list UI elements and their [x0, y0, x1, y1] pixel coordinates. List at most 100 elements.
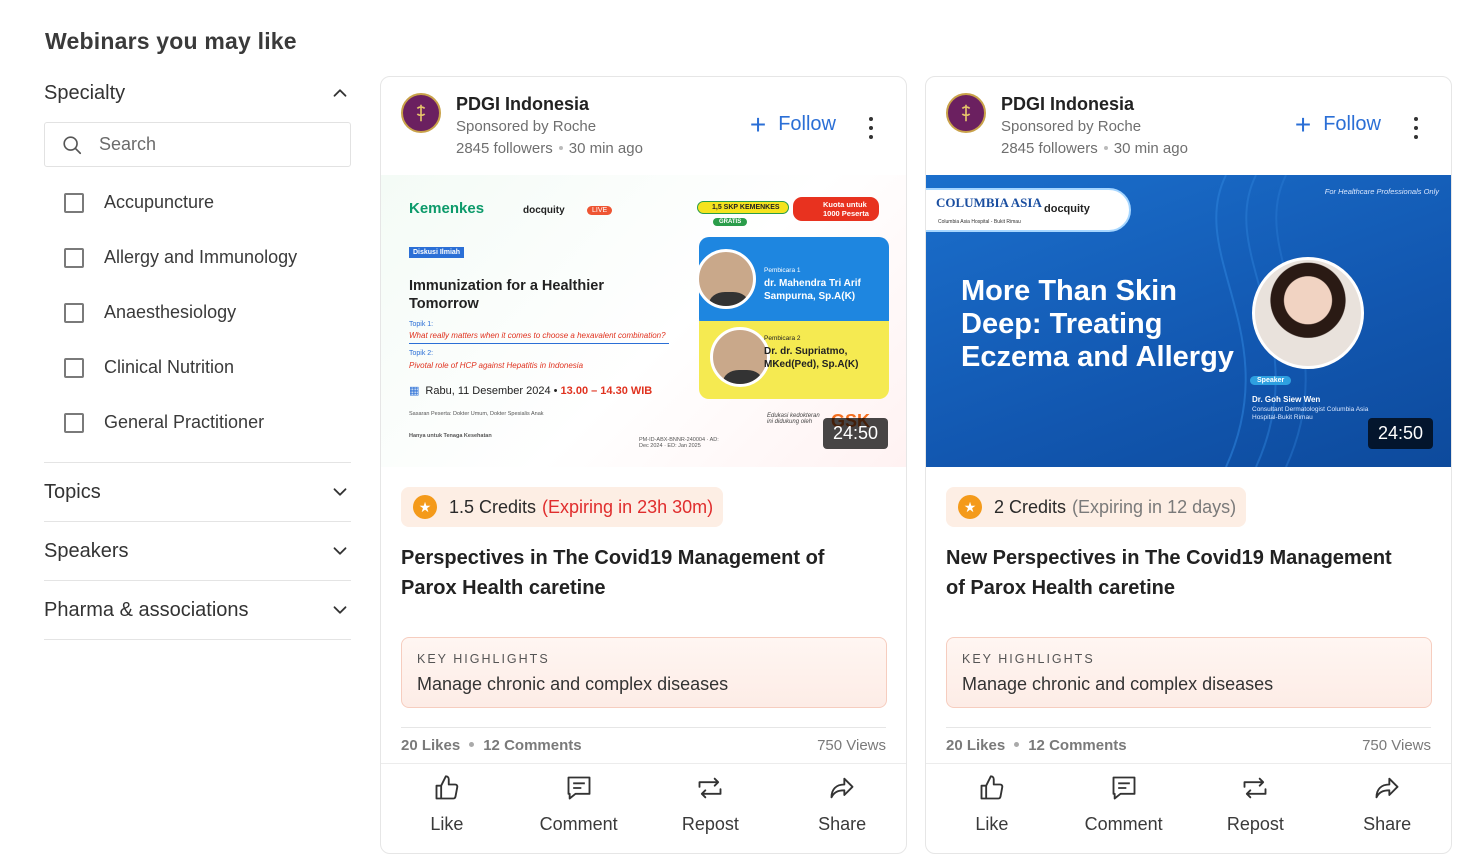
repost-icon: [1243, 777, 1267, 799]
share-label: Share: [818, 814, 867, 834]
specialty-search[interactable]: [44, 122, 351, 167]
specialty-label: Specialty: [44, 81, 126, 104]
event-date: ▦ Rabu, 11 Desember 2024 • 13.00 – 14.30 …: [409, 385, 653, 397]
dot-separator: [558, 146, 563, 150]
checkbox[interactable]: [64, 192, 84, 213]
chevron-down-icon[interactable]: [329, 481, 351, 503]
specialty-option-clinical-nutrition[interactable]: Clinical Nutrition: [44, 340, 351, 395]
page-title: Webinars you may like: [45, 28, 297, 54]
org-meta: 2845 followers 30 min ago: [456, 140, 643, 157]
speakers-filter-header[interactable]: Speakers: [44, 522, 351, 581]
speaker2-label: Pembicara 2: [764, 335, 801, 342]
org-logo[interactable]: [946, 93, 986, 133]
dot-separator: [1103, 146, 1108, 150]
thumbs-up-icon: [980, 775, 1004, 800]
more-options-icon[interactable]: [1413, 117, 1419, 139]
speaker1-label: Pembicara 1: [764, 267, 801, 274]
card-header: PDGI Indonesia Sponsored by Roche 2845 f…: [946, 93, 1431, 173]
specialty-option-general-practitioner[interactable]: General Practitioner: [44, 395, 351, 450]
checkbox[interactable]: [64, 247, 84, 268]
follow-label: Follow: [778, 113, 836, 135]
speaker-photo: [1252, 257, 1364, 369]
highlights-label: KEY HIGHLIGHTS: [962, 652, 1095, 666]
caduceus-icon: [416, 104, 426, 122]
specialty-list: Accupuncture Allergy and Immunology Anae…: [44, 175, 351, 450]
speaker-name: Dr. Goh Siew Wen: [1252, 395, 1321, 404]
skp-badge: 1,5 SKP KEMENKES: [697, 201, 789, 214]
share-label: Share: [1363, 814, 1412, 834]
share-icon: [830, 777, 854, 799]
comments-count[interactable]: 12 Comments: [483, 737, 581, 754]
webinar-title[interactable]: Perspectives in The Covid19 Management o…: [401, 543, 871, 603]
specialty-option-accupuncture[interactable]: Accupuncture: [44, 175, 351, 230]
repost-button[interactable]: Repost: [645, 774, 777, 844]
credits-badge: ★ 2 Credits (Expiring in 12 days): [946, 487, 1247, 527]
engagement-stats: 20 Likes 12 Comments: [946, 737, 1127, 754]
star-icon: ★: [413, 495, 437, 519]
org-name[interactable]: PDGI Indonesia: [1001, 94, 1134, 115]
speaker2-avatar: [710, 327, 770, 387]
followers-count: 2845 followers: [456, 140, 553, 157]
docquity-logo: docquity: [523, 205, 565, 216]
like-button[interactable]: Like: [926, 774, 1058, 844]
plus-icon: +: [1294, 108, 1312, 140]
org-name[interactable]: PDGI Indonesia: [456, 94, 589, 115]
follow-label: Follow: [1323, 113, 1381, 135]
specialty-option-allergy[interactable]: Allergy and Immunology: [44, 230, 351, 285]
chevron-down-icon[interactable]: [329, 599, 351, 621]
engagement-stats: 20 Likes 12 Comments: [401, 737, 582, 754]
chevron-up-icon[interactable]: [329, 82, 351, 104]
video-duration: 24:50: [1367, 418, 1433, 449]
credits-badge: ★ 1.5 Credits (Expiring in 23h 30m): [401, 487, 724, 527]
posted-time: 30 min ago: [1113, 140, 1188, 157]
comment-button[interactable]: Comment: [1058, 774, 1190, 844]
webinar-title[interactable]: New Perspectives in The Covid19 Manageme…: [946, 543, 1416, 603]
repost-button[interactable]: Repost: [1190, 774, 1322, 844]
kemenkes-logo: Kemenkes: [409, 200, 485, 217]
likes-count[interactable]: 20 Likes: [401, 737, 460, 754]
chevron-down-icon[interactable]: [329, 540, 351, 562]
specialty-option-anaesthesiology[interactable]: Anaesthesiology: [44, 285, 351, 340]
key-highlights: KEY HIGHLIGHTS Manage chronic and comple…: [946, 637, 1432, 708]
speaker2-name: Dr. dr. Supriatmo, MKed(Ped), Sp.A(K): [764, 346, 859, 370]
follow-button[interactable]: + Follow: [1294, 108, 1381, 140]
search-input[interactable]: [99, 134, 319, 155]
divider: [946, 727, 1431, 728]
divider: [381, 763, 906, 764]
action-bar: Like Comment Repost Share: [926, 774, 1451, 844]
checkbox[interactable]: [64, 412, 84, 433]
columbia-asia-logo: COLUMBIA ASIA: [936, 195, 1042, 210]
specialty-option-label: Anaesthesiology: [104, 302, 237, 322]
more-options-icon[interactable]: [868, 117, 874, 139]
follow-button[interactable]: + Follow: [750, 110, 836, 138]
like-button[interactable]: Like: [381, 774, 513, 844]
checkbox[interactable]: [64, 357, 84, 378]
card-header: PDGI Indonesia Sponsored by Roche 2845 f…: [401, 93, 886, 173]
comments-count[interactable]: 12 Comments: [1028, 737, 1126, 754]
comment-icon: [1112, 776, 1136, 800]
credits-expiry: (Expiring in 23h 30m): [542, 496, 714, 517]
topic1-label: Topik 1:: [409, 321, 434, 328]
credits-value: 2 Credits: [994, 496, 1067, 517]
topics-label: Topics: [44, 480, 101, 503]
share-button[interactable]: Share: [1321, 774, 1451, 844]
webinar-thumbnail[interactable]: COLUMBIA ASIA Columbia Asia Hospital - B…: [926, 175, 1451, 467]
divider: [409, 343, 669, 344]
topics-filter-header[interactable]: Topics: [44, 463, 351, 522]
specialty-filter-header[interactable]: Specialty: [44, 76, 351, 110]
calendar-icon: ▦: [409, 385, 420, 397]
org-meta: 2845 followers 30 min ago: [1001, 140, 1188, 157]
webinar-thumbnail[interactable]: Kemenkes docquity LIVE 1,5 SKP KEMENKES …: [381, 175, 906, 467]
org-logo[interactable]: [401, 93, 441, 133]
share-button[interactable]: Share: [776, 774, 906, 844]
specialty-option-label: Allergy and Immunology: [104, 247, 298, 267]
comment-button[interactable]: Comment: [513, 774, 645, 844]
checkbox[interactable]: [64, 302, 84, 323]
likes-count[interactable]: 20 Likes: [946, 737, 1005, 754]
pharma-filter-header[interactable]: Pharma & associations: [44, 581, 351, 640]
quota-badge: Kuota untuk 1000 Peserta: [793, 197, 879, 221]
highlights-text: Manage chronic and complex diseases: [962, 674, 1274, 694]
repost-label: Repost: [1226, 814, 1284, 834]
banner-title: More Than Skin Deep: Treating Eczema and…: [961, 275, 1234, 373]
columbia-asia-sub: Columbia Asia Hospital - Bukit Rimau: [938, 219, 1021, 225]
